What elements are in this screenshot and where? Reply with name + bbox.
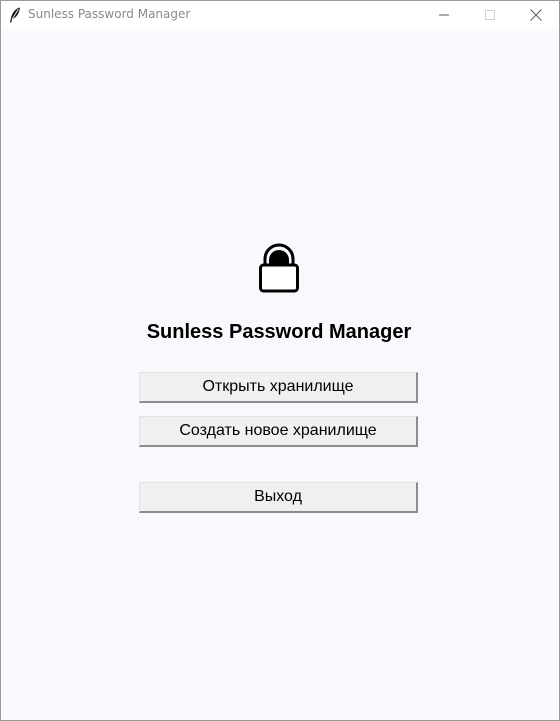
open-vault-button[interactable]: Открыть хранилище bbox=[139, 372, 418, 403]
create-vault-button[interactable]: Создать новое хранилище bbox=[139, 416, 418, 447]
close-button[interactable] bbox=[513, 1, 559, 29]
title-bar[interactable]: Sunless Password Manager bbox=[1, 1, 559, 29]
maximize-button[interactable] bbox=[467, 1, 513, 29]
window-title: Sunless Password Manager bbox=[28, 7, 191, 21]
exit-button[interactable]: Выход bbox=[139, 482, 418, 513]
minimize-button[interactable] bbox=[421, 1, 467, 29]
close-icon bbox=[530, 9, 542, 21]
minimize-icon bbox=[439, 10, 449, 20]
lock-icon bbox=[258, 242, 300, 294]
app-heading: Sunless Password Manager bbox=[146, 321, 412, 343]
main-content: Sunless Password Manager Открыть хранили… bbox=[1, 29, 559, 720]
app-window: Sunless Password Manager Sunless Passwor… bbox=[0, 0, 560, 721]
maximize-icon bbox=[485, 10, 495, 20]
feather-icon bbox=[7, 6, 23, 24]
